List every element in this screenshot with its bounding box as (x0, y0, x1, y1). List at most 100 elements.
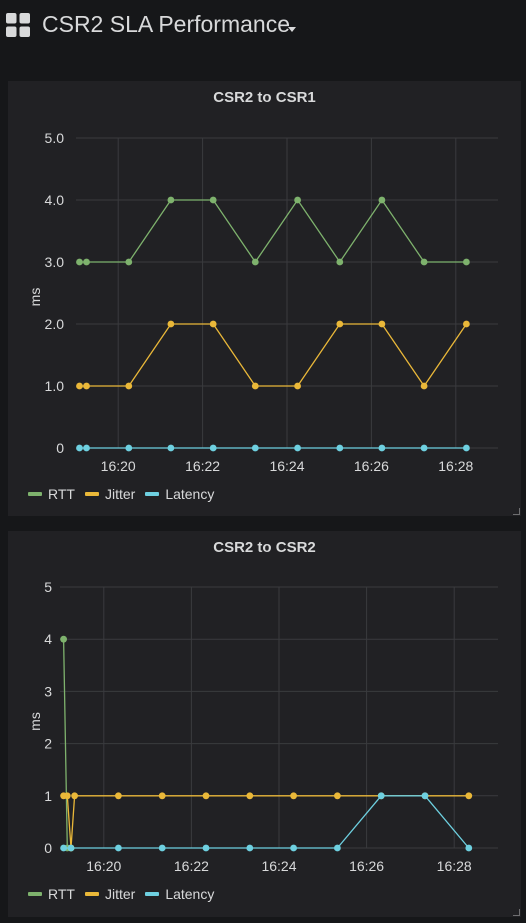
data-point-latency[interactable] (377, 792, 385, 800)
y-tick-label: 0 (56, 440, 64, 456)
y-tick-label: 1 (44, 788, 52, 804)
legend-label-latency: Latency (165, 886, 215, 902)
data-point-jitter[interactable] (290, 792, 297, 800)
data-point-latency[interactable] (167, 444, 175, 452)
data-point-rtt[interactable] (83, 258, 90, 266)
chart-plot-area: 0 1.0 2.0 3.0 4.0 5.0 16:20 16:22 16:24 16:26 16:2… (27, 130, 498, 474)
data-point-latency[interactable] (67, 844, 75, 852)
y-tick-label: 3 (44, 683, 52, 699)
legend-item-rtt[interactable]: RTT (28, 486, 75, 502)
data-point-latency[interactable] (290, 844, 297, 852)
legend-swatch-jitter (84, 892, 99, 896)
data-point-jitter[interactable] (83, 382, 90, 390)
x-tick-label: 16:24 (261, 858, 296, 874)
data-point-rtt[interactable] (336, 258, 344, 266)
graph-panel-csr2: CSR2 to CSR2 0 1 2 3 4 5 16:20 16:22 16:24 16:26 1… (8, 531, 521, 917)
data-point-jitter[interactable] (125, 382, 133, 390)
data-point-jitter[interactable] (251, 382, 259, 390)
y-tick-label: 4 (44, 631, 52, 647)
data-point-jitter[interactable] (167, 320, 175, 328)
data-point-latency[interactable] (334, 844, 341, 852)
data-point-rtt[interactable] (294, 196, 301, 204)
data-point-jitter[interactable] (209, 320, 217, 328)
data-point-latency[interactable] (209, 444, 217, 452)
data-point-latency[interactable] (378, 444, 386, 452)
data-point-rtt[interactable] (125, 258, 133, 266)
data-point-rtt[interactable] (251, 258, 259, 266)
series-line-jitter[interactable] (79, 323, 467, 388)
data-point-latency[interactable] (60, 844, 67, 852)
y-tick-label: 4.0 (45, 192, 65, 208)
chart-legend: RTT Jitter Latency (28, 886, 224, 902)
data-point-rtt[interactable] (209, 196, 217, 204)
x-tick-label: 16:22 (174, 858, 209, 874)
data-point-jitter[interactable] (202, 792, 210, 800)
legend-swatch-rtt (28, 492, 42, 496)
x-tick-label: 16:20 (101, 458, 136, 474)
legend-label-rtt: RTT (48, 486, 75, 502)
legend-item-latency[interactable]: Latency (145, 486, 214, 502)
data-point-latency[interactable] (420, 444, 428, 452)
legend-item-latency[interactable]: Latency (145, 886, 214, 902)
legend-item-jitter[interactable]: Jitter (84, 486, 135, 502)
data-point-jitter[interactable] (463, 320, 470, 328)
series-line-latency[interactable] (63, 795, 470, 849)
series-line-rtt[interactable] (79, 198, 467, 264)
x-tick-label: 16:20 (86, 858, 121, 874)
legend-swatch-latency (145, 492, 160, 496)
data-point-rtt[interactable] (60, 635, 67, 643)
data-point-latency[interactable] (465, 844, 473, 852)
data-point-latency[interactable] (125, 444, 133, 452)
panel-resize-icon[interactable] (513, 909, 520, 916)
data-point-rtt[interactable] (463, 258, 470, 266)
data-point-rtt[interactable] (420, 258, 428, 266)
data-point-latency[interactable] (251, 444, 259, 452)
data-point-latency[interactable] (202, 844, 210, 852)
data-point-latency[interactable] (83, 444, 90, 452)
dashboard-grid-icon[interactable] (6, 13, 30, 37)
data-point-latency[interactable] (158, 844, 166, 852)
data-point-jitter[interactable] (334, 792, 341, 800)
dashboard-title[interactable]: CSR2 SLA Performance (42, 11, 290, 38)
data-point-jitter[interactable] (378, 320, 386, 328)
y-tick-label: 3.0 (45, 254, 65, 270)
data-point-jitter[interactable] (63, 792, 71, 800)
data-point-jitter[interactable] (465, 792, 473, 800)
data-point-latency[interactable] (76, 444, 83, 452)
x-tick-label: 16:26 (349, 858, 384, 874)
data-point-rtt[interactable] (378, 196, 386, 204)
data-point-jitter[interactable] (420, 382, 428, 390)
legend-swatch-jitter (84, 492, 99, 496)
y-tick-label: 5.0 (45, 130, 65, 146)
data-point-latency[interactable] (294, 444, 301, 452)
y-tick-label: 5 (44, 579, 52, 595)
x-tick-label: 16:28 (438, 458, 473, 474)
legend-item-rtt[interactable]: RTT (28, 886, 75, 902)
legend-label-jitter: Jitter (104, 886, 136, 902)
chart-plot-area: 0 1 2 3 4 5 16:20 16:22 16:24 16:26 16:28 ms (27, 579, 498, 874)
caret-down-icon[interactable] (288, 27, 296, 32)
data-point-rtt[interactable] (76, 258, 83, 266)
data-point-latency[interactable] (463, 444, 470, 452)
legend-swatch-latency (145, 892, 160, 896)
panel-resize-icon[interactable] (513, 508, 520, 515)
data-point-latency[interactable] (421, 792, 429, 800)
y-tick-label: 2.0 (45, 316, 65, 332)
legend-label-latency: Latency (165, 486, 215, 502)
data-point-jitter[interactable] (246, 792, 254, 800)
data-point-jitter[interactable] (76, 382, 83, 390)
y-axis-label: ms (27, 712, 43, 731)
y-axis-label: ms (27, 288, 43, 307)
data-point-latency[interactable] (336, 444, 344, 452)
data-point-rtt[interactable] (167, 196, 175, 204)
data-point-jitter[interactable] (115, 792, 122, 800)
data-point-jitter[interactable] (294, 382, 301, 390)
chart-legend: RTT Jitter Latency (28, 486, 224, 502)
data-point-latency[interactable] (115, 844, 122, 852)
series-line-jitter[interactable] (63, 795, 469, 849)
data-point-latency[interactable] (246, 844, 254, 852)
legend-item-jitter[interactable]: Jitter (84, 886, 136, 902)
data-point-jitter[interactable] (158, 792, 166, 800)
data-point-jitter[interactable] (336, 320, 344, 328)
data-point-jitter[interactable] (71, 792, 78, 800)
